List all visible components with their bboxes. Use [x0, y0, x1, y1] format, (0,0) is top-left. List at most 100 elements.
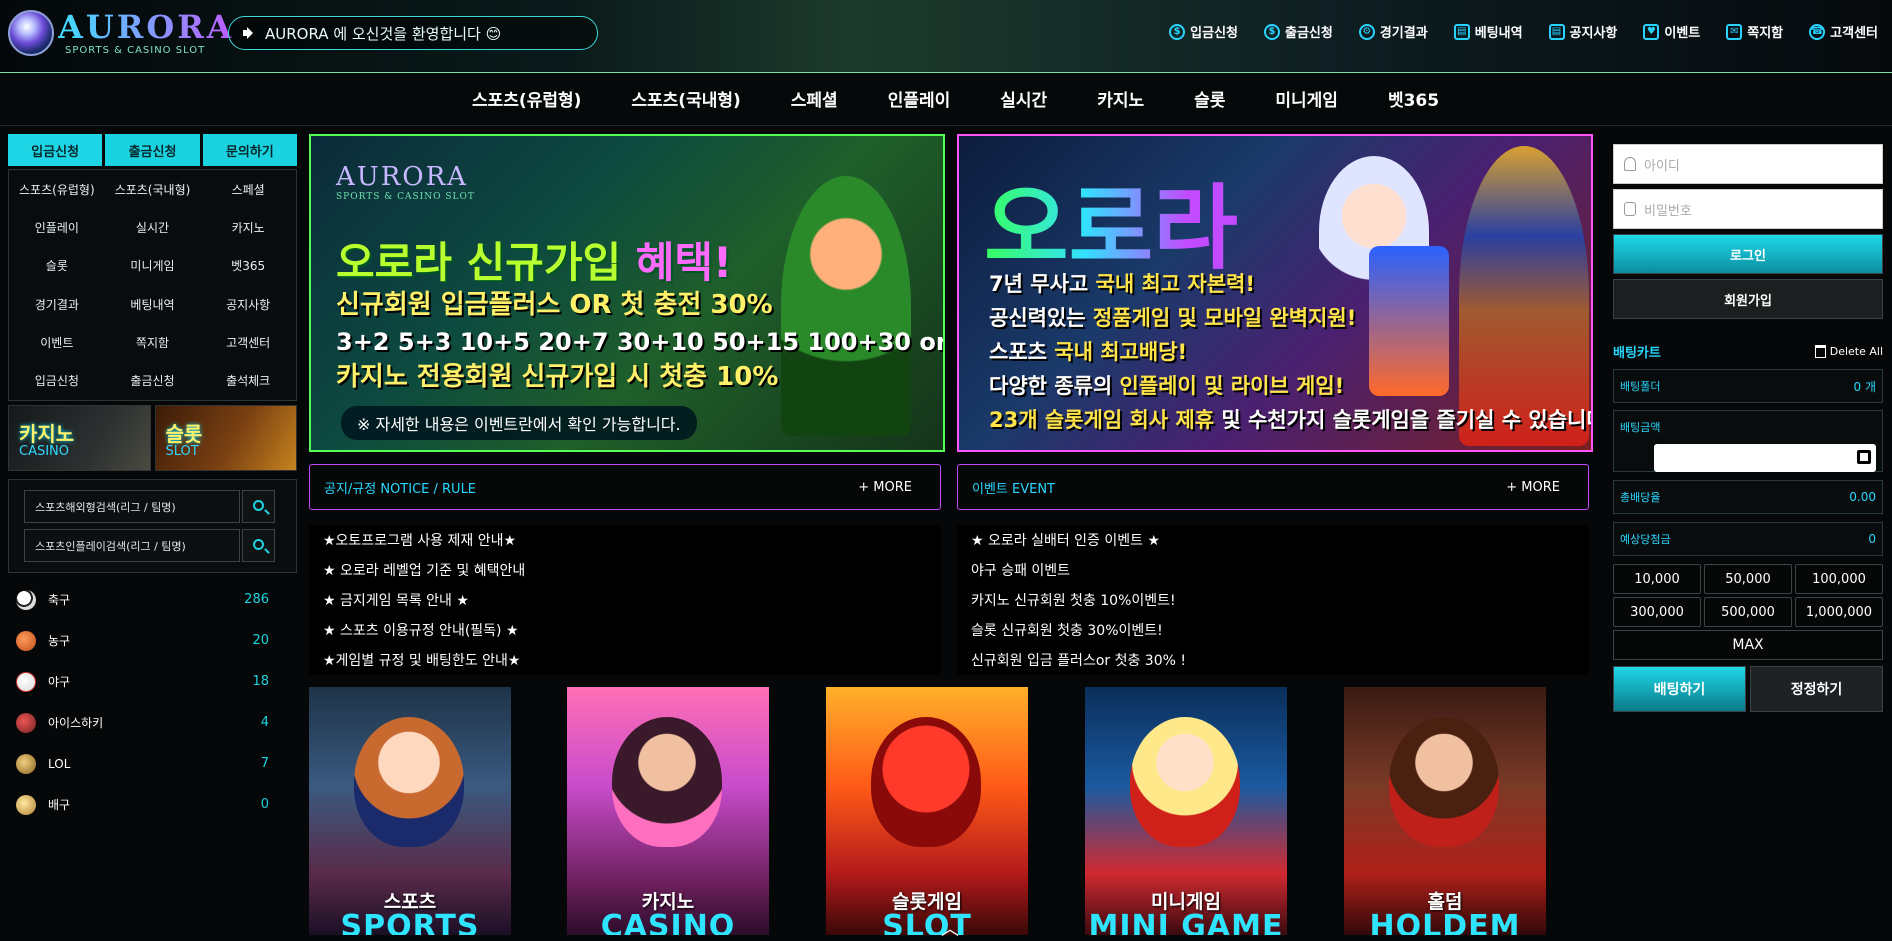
mainnav-minigame[interactable]: 미니게임: [1250, 86, 1363, 111]
menu-item[interactable]: 스포츠(국내형): [105, 170, 201, 208]
delete-all-button[interactable]: Delete All: [1814, 344, 1883, 358]
mainnav-sports-euro[interactable]: 스포츠(유럽형): [447, 86, 606, 111]
amount-button[interactable]: 1,000,000: [1795, 597, 1883, 627]
list-item[interactable]: ★ 오로라 실배터 인증 이벤트 ★: [957, 525, 1589, 555]
leprechaun-illustration: [781, 176, 911, 436]
sport-icehockey[interactable]: 아이스하키 4: [8, 702, 297, 743]
menu-item[interactable]: 슬롯: [9, 247, 105, 285]
menu-item[interactable]: 쪽지함: [105, 323, 201, 361]
list-item[interactable]: ★ 금지게임 목록 안내 ★: [309, 585, 941, 615]
sport-soccer[interactable]: 축구 286: [8, 579, 297, 620]
amount-button[interactable]: 300,000: [1613, 597, 1701, 627]
menu-item[interactable]: 실시간: [105, 208, 201, 246]
menu-item[interactable]: 출금신청: [105, 362, 201, 400]
search-button[interactable]: [242, 529, 275, 562]
login-button[interactable]: 로그인: [1613, 234, 1883, 274]
amount-button[interactable]: 100,000: [1795, 564, 1883, 594]
menu-item[interactable]: 출석체크: [200, 362, 296, 400]
list-item[interactable]: 카지노 신규회원 첫충 10%이벤트!: [957, 585, 1589, 615]
notice-list: ★오토프로그램 사용 제재 안내★ ★ 오로라 레벨업 기준 및 혜택안내 ★ …: [309, 525, 941, 675]
menu-item[interactable]: 고객센터: [200, 323, 296, 361]
game-card-holdem[interactable]: 홀덤 HOLDEM: [1344, 687, 1546, 935]
topnav-bet-history[interactable]: ▤ 베팅내역: [1453, 22, 1523, 41]
sport-lol[interactable]: LOL 7: [8, 743, 297, 784]
promo-banner-aurora[interactable]: 오로라 7년 무사고 국내 최고 자본력! 공신력있는 정품게임 및 모바일 완…: [957, 134, 1593, 452]
list-item[interactable]: ★오토프로그램 사용 제재 안내★: [309, 525, 941, 555]
mainnav-live[interactable]: 실시간: [975, 86, 1072, 111]
amount-button[interactable]: 10,000: [1613, 564, 1701, 594]
casino-character-illustration: [612, 717, 722, 847]
sport-basketball[interactable]: 농구 20: [8, 620, 297, 661]
list-item[interactable]: 야구 승패 이벤트: [957, 555, 1589, 585]
mainnav-slot[interactable]: 슬롯: [1169, 86, 1250, 111]
sports-euro-search-input[interactable]: 스포츠해외형검색(리그 / 팀명): [24, 490, 240, 523]
menu-item[interactable]: 스포츠(유럽형): [9, 170, 105, 208]
list-item[interactable]: 신규회원 입금 플러스or 첫충 30% !: [957, 645, 1589, 675]
holdem-character-illustration: [1389, 717, 1499, 847]
mainnav-special[interactable]: 스페셜: [766, 86, 863, 111]
menu-item[interactable]: 이벤트: [9, 323, 105, 361]
place-bet-button[interactable]: 배팅하기: [1613, 666, 1746, 712]
notice-more-link[interactable]: + MORE: [858, 480, 912, 495]
menu-item[interactable]: 공지사항: [200, 285, 296, 323]
topnav-event[interactable]: ♥ 이벤트: [1643, 22, 1700, 41]
join-button[interactable]: 회원가입: [1613, 279, 1883, 319]
mainnav-bet365[interactable]: 벳365: [1363, 86, 1464, 111]
amount-button[interactable]: 50,000: [1704, 564, 1792, 594]
topnav-deposit[interactable]: $ 입금신청: [1169, 22, 1238, 41]
topnav-messages[interactable]: ✉ 쪽지함: [1726, 22, 1783, 41]
topnav-notice[interactable]: ▤ 공지사항: [1548, 22, 1617, 41]
search-button[interactable]: [242, 490, 275, 523]
bet-amount-input[interactable]: [1654, 444, 1876, 472]
sport-volleyball[interactable]: 배구 0: [8, 784, 297, 825]
menu-item[interactable]: 베팅내역: [105, 285, 201, 323]
topnav-withdraw[interactable]: $ 출금신청: [1264, 22, 1333, 41]
clipboard-icon: ▤: [1453, 23, 1470, 40]
mainnav-sports-domestic[interactable]: 스포츠(국내형): [606, 86, 765, 111]
login-password-field[interactable]: 비밀번호: [1613, 189, 1883, 229]
banner-line: 스포츠 국내 최고배당!: [989, 340, 1188, 364]
login-id-field[interactable]: 아이디: [1613, 144, 1883, 184]
menu-item[interactable]: 미니게임: [105, 247, 201, 285]
reset-button[interactable]: 정정하기: [1750, 666, 1883, 712]
clear-icon[interactable]: [1857, 450, 1871, 464]
topnav-label: 입금신청: [1190, 26, 1238, 41]
list-item[interactable]: ★ 오로라 레벨업 기준 및 혜택안내: [309, 555, 941, 585]
list-item[interactable]: ★게임별 규정 및 배팅한도 안내★: [309, 645, 941, 675]
event-list: ★ 오로라 실배터 인증 이벤트 ★ 야구 승패 이벤트 카지노 신규회원 첫충…: [957, 525, 1589, 675]
sports-inplay-search-input[interactable]: 스포츠인플레이검색(리그 / 팀명): [24, 529, 240, 562]
volleyball-icon: [16, 794, 36, 815]
slot-banner-title: 슬롯: [165, 422, 203, 446]
sport-baseball[interactable]: 야구 18: [8, 661, 297, 702]
slot-banner-sub: SLOT: [165, 444, 199, 459]
scroll-top-chevron-up-icon[interactable]: ︿: [931, 915, 969, 940]
list-item[interactable]: 슬롯 신규회원 첫충 30%이벤트!: [957, 615, 1589, 645]
event-more-link[interactable]: + MORE: [1506, 480, 1560, 495]
amount-button[interactable]: 500,000: [1704, 597, 1792, 627]
menu-item[interactable]: 벳365: [200, 247, 296, 285]
menu-item[interactable]: 경기결과: [9, 285, 105, 323]
menu-item[interactable]: 카지노: [200, 208, 296, 246]
promo-banner-signup[interactable]: AURORA SPORTS & CASINO SLOT 오로라 신규가입 혜택! …: [309, 134, 945, 452]
mainnav-inplay[interactable]: 인플레이: [863, 86, 976, 111]
slot-banner[interactable]: 슬롯 SLOT: [154, 405, 297, 471]
tab-deposit[interactable]: 입금신청: [8, 134, 103, 166]
banner-line: 3+2 5+3 10+5 20+7 30+10 50+15 100+30 or …: [336, 328, 945, 356]
menu-item[interactable]: 인플레이: [9, 208, 105, 246]
list-item[interactable]: ★ 스포츠 이용규정 안내(필독) ★: [309, 615, 941, 645]
mainnav-casino[interactable]: 카지노: [1072, 86, 1169, 111]
topnav-results[interactable]: ⚙ 경기결과: [1358, 22, 1428, 41]
topnav-support[interactable]: ☎ 고객센터: [1809, 22, 1878, 41]
max-button[interactable]: MAX: [1613, 630, 1883, 660]
casino-banner[interactable]: 카지노 CASINO: [8, 405, 151, 471]
game-card-minigame[interactable]: 미니게임 MINI GAME: [1085, 687, 1287, 935]
tab-inquiry[interactable]: 문의하기: [202, 134, 297, 166]
game-card-casino[interactable]: 카지노 CASINO: [567, 687, 769, 935]
game-card-sports[interactable]: 스포츠 SPORTS: [309, 687, 511, 935]
menu-item[interactable]: 스페셜: [200, 170, 296, 208]
game-card-slot[interactable]: 슬롯게임 SLOT GAME: [826, 687, 1028, 935]
tab-withdraw[interactable]: 출금신청: [105, 134, 200, 166]
casino-banner-sub: CASINO: [19, 444, 70, 459]
menu-item[interactable]: 입금신청: [9, 362, 105, 400]
logo[interactable]: AURORA SPORTS & CASINO SLOT: [8, 8, 232, 58]
